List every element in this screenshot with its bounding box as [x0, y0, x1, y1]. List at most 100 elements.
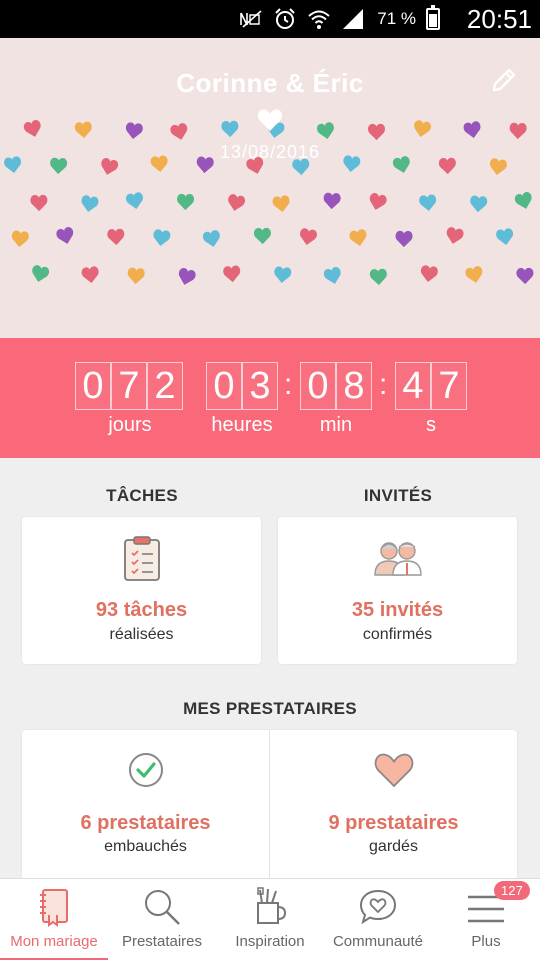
pattern-heart	[253, 227, 271, 245]
nav-label: Prestataires	[121, 933, 203, 950]
pattern-heart	[470, 195, 488, 213]
pattern-heart	[514, 191, 532, 209]
pattern-heart	[274, 266, 292, 284]
guests-count: 35 invités	[351, 599, 444, 621]
pattern-heart	[369, 193, 387, 210]
nfc-icon	[240, 10, 262, 28]
countdown-digit: 2	[147, 362, 183, 410]
countdown-label-days: jours	[108, 414, 152, 436]
pattern-heart	[74, 121, 92, 139]
countdown-separator: :	[284, 368, 293, 401]
pattern-heart	[420, 265, 438, 283]
notebook-icon	[40, 889, 68, 927]
pattern-heart	[127, 267, 145, 285]
pattern-heart	[81, 266, 99, 284]
wifi-icon	[308, 10, 330, 29]
tasks-card[interactable]: 93 tâches réalisées	[22, 517, 261, 664]
pattern-heart	[11, 230, 29, 248]
pattern-heart	[465, 266, 483, 283]
nav-item-prestataires[interactable]: Prestataires	[108, 879, 216, 960]
nav-item-inspiration[interactable]: Inspiration	[216, 879, 324, 960]
chat-heart-icon	[359, 889, 397, 925]
white-heart-icon	[257, 109, 283, 131]
nav-item-plus[interactable]: 127 Plus	[432, 879, 540, 960]
countdown-digit: 4	[395, 362, 431, 410]
status-bar: 71 % 20:51	[0, 0, 540, 38]
pattern-heart	[446, 227, 464, 244]
nav-item-communaute[interactable]: Communauté	[324, 879, 432, 960]
countdown-hours: 0 3	[206, 362, 278, 410]
pattern-heart	[317, 122, 334, 139]
nav-label: Mon mariage	[10, 933, 98, 950]
clipboard-icon	[123, 536, 160, 581]
alarm-icon	[275, 8, 295, 29]
guests-title: INVITÉS	[363, 486, 433, 505]
pattern-heart	[223, 265, 241, 283]
status-icons: 71 %	[239, 5, 440, 32]
vendors-saved-count: 9 prestataires	[328, 812, 459, 834]
pencil-icon[interactable]	[490, 66, 518, 94]
pattern-heart	[23, 119, 41, 137]
pattern-heart	[81, 195, 99, 212]
vendors-hired-count: 6 prestataires	[80, 812, 211, 834]
tasks-count: 93 tâches	[95, 599, 188, 621]
pattern-heart	[349, 229, 367, 246]
vendors-saved[interactable]: 9 prestataires gardés	[270, 730, 517, 878]
vendors-hired[interactable]: 6 prestataires embauchés	[22, 730, 269, 878]
countdown-minutes: 0 8	[300, 362, 372, 410]
countdown-label-seconds: s	[426, 414, 436, 436]
pattern-heart	[395, 230, 413, 248]
pattern-heart	[369, 268, 387, 286]
pattern-heart	[107, 228, 125, 246]
countdown-digit: 7	[431, 362, 467, 410]
tools-cup-icon	[257, 887, 287, 924]
pattern-heart	[32, 265, 50, 282]
pattern-heart	[414, 120, 431, 137]
guests-caption: confirmés	[362, 626, 433, 643]
pattern-heart	[368, 123, 385, 141]
countdown-digit: 0	[300, 362, 336, 410]
countdown-digit: 3	[242, 362, 278, 410]
search-icon	[145, 890, 180, 925]
nav-label: Plus	[471, 933, 501, 950]
vendors-hired-caption: embauchés	[104, 838, 187, 855]
guests-card[interactable]: 35 invités confirmés	[278, 517, 517, 664]
pattern-heart	[323, 192, 341, 210]
countdown-digit: 0	[75, 362, 111, 410]
pattern-heart	[496, 228, 514, 246]
nav-label: Communauté	[332, 933, 424, 950]
vendors-title: MES PRESTATAIRES	[183, 699, 357, 718]
wedding-header: Corinne & Éric 13/08/2016	[0, 38, 540, 338]
battery-percent: 71 %	[377, 9, 416, 28]
battery-icon	[426, 5, 440, 30]
tasks-title: TÂCHES	[106, 486, 178, 505]
pattern-heart	[126, 192, 143, 209]
pattern-heart	[228, 194, 246, 211]
couple-names: Corinne & Éric	[176, 68, 364, 98]
tasks-caption: réalisées	[109, 626, 174, 643]
countdown-seconds: 4 7	[395, 362, 467, 410]
wedding-date: 13/08/2016	[219, 142, 321, 162]
vendors-saved-caption: gardés	[369, 838, 418, 855]
pattern-heart	[30, 194, 48, 212]
nav-label: Inspiration	[235, 933, 305, 950]
nav-item-mon-mariage[interactable]: Mon mariage	[0, 879, 108, 960]
pattern-heart	[509, 122, 527, 140]
pattern-heart	[56, 227, 74, 244]
bottom-navigation: Mon mariage Prestataires Inspiration Com…	[0, 878, 540, 960]
pattern-heart	[153, 229, 171, 247]
countdown: 0 7 2 0 3 : 0 8 : 4 7 jours heures min s	[0, 338, 540, 458]
pattern-heart	[419, 194, 437, 212]
heart-icon	[374, 753, 413, 788]
countdown-digit: 8	[336, 362, 372, 410]
check-circle-icon	[128, 753, 163, 787]
pattern-heart	[221, 120, 239, 138]
countdown-separator: :	[379, 368, 388, 401]
notification-badge: 127	[494, 881, 530, 900]
countdown-label-minutes: min	[319, 414, 353, 436]
pattern-heart	[300, 228, 317, 245]
pattern-heart	[463, 121, 481, 139]
guests-icon	[373, 542, 422, 576]
pattern-heart	[516, 267, 534, 285]
pattern-heart	[170, 123, 188, 140]
